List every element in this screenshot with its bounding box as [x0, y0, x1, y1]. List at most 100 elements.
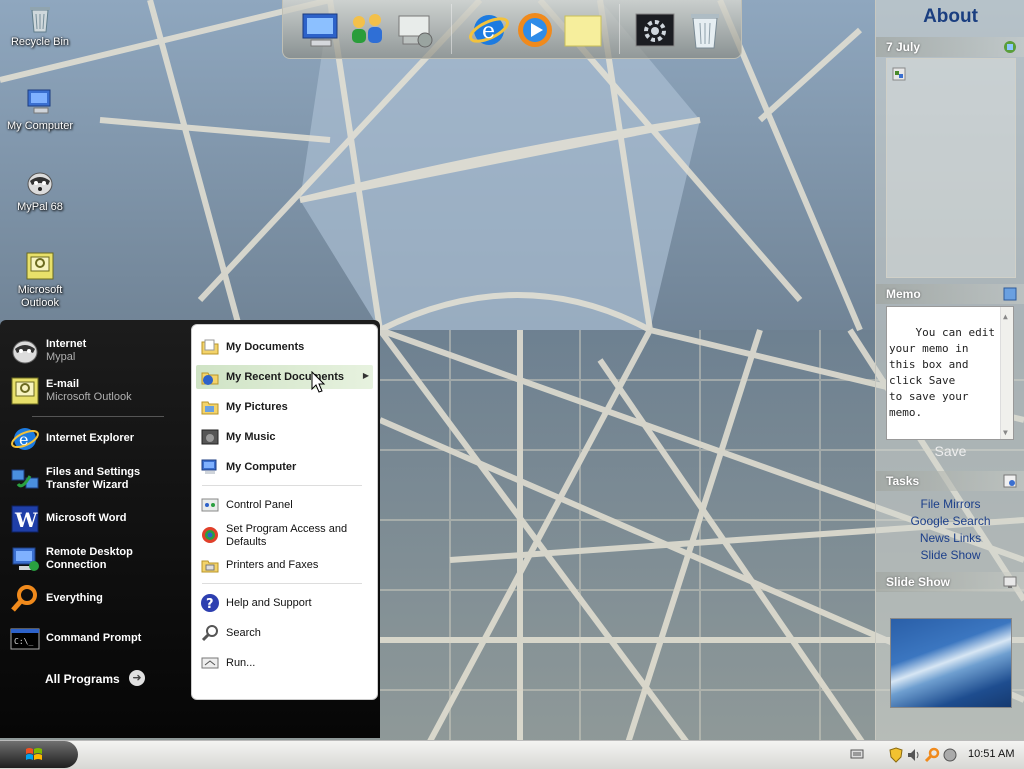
- internet-explorer-icon: e: [11, 428, 39, 450]
- recent-label: Microsoft Word: [46, 512, 127, 524]
- right-item-my-pictures[interactable]: My Pictures: [196, 395, 373, 419]
- slideshow-gadget-icon[interactable]: [1003, 575, 1017, 589]
- scroll-up-icon[interactable]: ▲: [1003, 309, 1008, 325]
- memo-gadget-icon[interactable]: [1003, 287, 1017, 301]
- calendar-gadget-icon[interactable]: [1003, 40, 1017, 54]
- right-item-label: My Recent Documents: [226, 371, 344, 383]
- help-icon: ?: [201, 594, 219, 612]
- right-item-set-program-access[interactable]: Set Program Access and Defaults: [196, 523, 373, 551]
- svg-text:?: ?: [206, 597, 214, 612]
- folder-music-icon: [201, 429, 219, 445]
- search-icon[interactable]: [924, 747, 940, 763]
- pinned-email[interactable]: E-mail Microsoft Outlook: [8, 374, 188, 408]
- sticky-note-icon[interactable]: [561, 8, 605, 52]
- task-link-file-mirrors[interactable]: File Mirrors: [876, 497, 1024, 511]
- pinned-sublabel: Mypal: [46, 351, 76, 363]
- start-menu-divider: [32, 416, 164, 417]
- keyboard-icon[interactable]: [850, 747, 864, 761]
- my-computer-icon[interactable]: [299, 8, 343, 52]
- memo-save-button[interactable]: Save: [876, 443, 1024, 459]
- start-menu-left-column: Internet Mypal E-mail Microsoft Outlook …: [0, 320, 190, 738]
- right-item-label: My Music: [226, 431, 276, 443]
- recent-command-prompt[interactable]: C:\_ Command Prompt: [8, 622, 188, 656]
- memo-text: You can edit your memo in this box and c…: [889, 326, 995, 419]
- users-icon[interactable]: [345, 8, 389, 52]
- start-button[interactable]: [0, 741, 78, 768]
- desktop-icon-outlook[interactable]: Microsoft Outlook: [0, 250, 80, 310]
- svg-text:W: W: [14, 508, 38, 532]
- desktop-icon-recycle-bin[interactable]: Recycle Bin: [0, 2, 80, 49]
- task-link-slide-show[interactable]: Slide Show: [876, 548, 1024, 562]
- right-item-label: My Pictures: [226, 401, 288, 413]
- right-item-printers-faxes[interactable]: Printers and Faxes: [196, 553, 373, 577]
- memo-textarea[interactable]: You can edit your memo in this box and c…: [886, 306, 1014, 440]
- right-item-my-recent-documents[interactable]: My Recent Documents ▶: [196, 365, 373, 389]
- recent-label: Internet Explorer: [46, 432, 135, 444]
- desktop-icon-mypal[interactable]: MyPal 68: [0, 167, 80, 214]
- recent-label: Remote Desktop Connection: [46, 546, 133, 571]
- recent-label: Everything: [46, 592, 103, 604]
- start-menu-right-column: My Documents My Recent Documents ▶ My Pi…: [191, 324, 378, 700]
- right-item-help-support[interactable]: ? Help and Support: [196, 591, 373, 615]
- memo-scrollbar[interactable]: ▲ ▼: [1000, 307, 1013, 439]
- recent-files-settings-transfer[interactable]: Files and Settings Transfer Wizard: [8, 462, 188, 496]
- calendar-small-icon: [892, 67, 906, 81]
- recent-everything[interactable]: Everything: [8, 582, 188, 616]
- right-item-run[interactable]: Run...: [196, 651, 373, 675]
- right-item-my-music[interactable]: My Music: [196, 425, 373, 449]
- svg-text:e: e: [482, 19, 495, 44]
- slideshow-image[interactable]: [890, 618, 1012, 708]
- speaker-icon[interactable]: [906, 747, 922, 763]
- outlook-icon: [26, 252, 54, 280]
- slideshow-header: Slide Show: [876, 572, 1024, 592]
- tasks-header: Tasks: [876, 471, 1024, 491]
- recycle-bin-icon: [30, 7, 50, 33]
- right-item-my-documents[interactable]: My Documents: [196, 335, 373, 359]
- tasks-gadget-icon[interactable]: [1003, 474, 1017, 488]
- right-item-label: Run...: [226, 657, 256, 669]
- desktop-icon-label: My Computer: [6, 120, 74, 132]
- program-defaults-icon: [202, 527, 218, 543]
- taskbar-clock[interactable]: 10:51 AM: [968, 748, 1014, 760]
- right-item-my-computer[interactable]: My Computer: [196, 455, 373, 479]
- right-item-label: My Computer: [226, 461, 297, 473]
- control-panel-icon: [201, 498, 219, 512]
- media-player-icon[interactable]: [513, 8, 557, 52]
- printer-icon: [201, 560, 219, 573]
- svg-text:C:\_: C:\_: [14, 637, 33, 646]
- recent-label: Command Prompt: [46, 632, 142, 644]
- internet-explorer-icon[interactable]: e: [467, 8, 511, 52]
- network-icon[interactable]: [942, 747, 958, 763]
- taskbar: 10:51 AM: [0, 740, 1024, 769]
- recent-microsoft-word[interactable]: W Microsoft Word: [8, 502, 188, 536]
- desktop-icon-my-computer[interactable]: My Computer: [0, 86, 80, 133]
- right-item-label: Search: [226, 627, 261, 639]
- outlook-icon: [11, 377, 39, 405]
- dock-separator: [451, 4, 452, 54]
- right-item-search[interactable]: Search: [196, 621, 373, 645]
- recent-internet-explorer[interactable]: e Internet Explorer: [8, 422, 188, 456]
- right-item-control-panel[interactable]: Control Panel: [196, 493, 373, 517]
- right-column-divider: [202, 583, 362, 584]
- arrow-right-icon[interactable]: ➜: [129, 670, 145, 686]
- task-link-google-search[interactable]: Google Search: [876, 514, 1024, 528]
- tasks-header-label: Tasks: [886, 474, 920, 488]
- right-column-divider: [202, 485, 362, 486]
- scroll-down-icon[interactable]: ▼: [1003, 425, 1008, 439]
- mypal-icon: [27, 172, 53, 196]
- recycle-bin-icon[interactable]: [683, 8, 727, 52]
- desktop-icon-label: Recycle Bin: [10, 36, 70, 48]
- pinned-internet[interactable]: Internet Mypal: [8, 334, 188, 368]
- recent-documents-icon: [201, 372, 219, 385]
- recent-remote-desktop[interactable]: Remote Desktop Connection: [8, 542, 188, 576]
- shield-icon[interactable]: [888, 747, 904, 763]
- calendar-panel[interactable]: [886, 58, 1016, 278]
- all-programs-label[interactable]: All Programs: [45, 672, 120, 686]
- dock-separator: [619, 4, 620, 54]
- settings-icon[interactable]: [633, 8, 677, 52]
- right-item-label: Help and Support: [226, 597, 312, 609]
- right-item-label: My Documents: [226, 341, 305, 353]
- task-link-news-links[interactable]: News Links: [876, 531, 1024, 545]
- network-icon[interactable]: [393, 8, 437, 52]
- pinned-sublabel: Microsoft Outlook: [46, 391, 132, 403]
